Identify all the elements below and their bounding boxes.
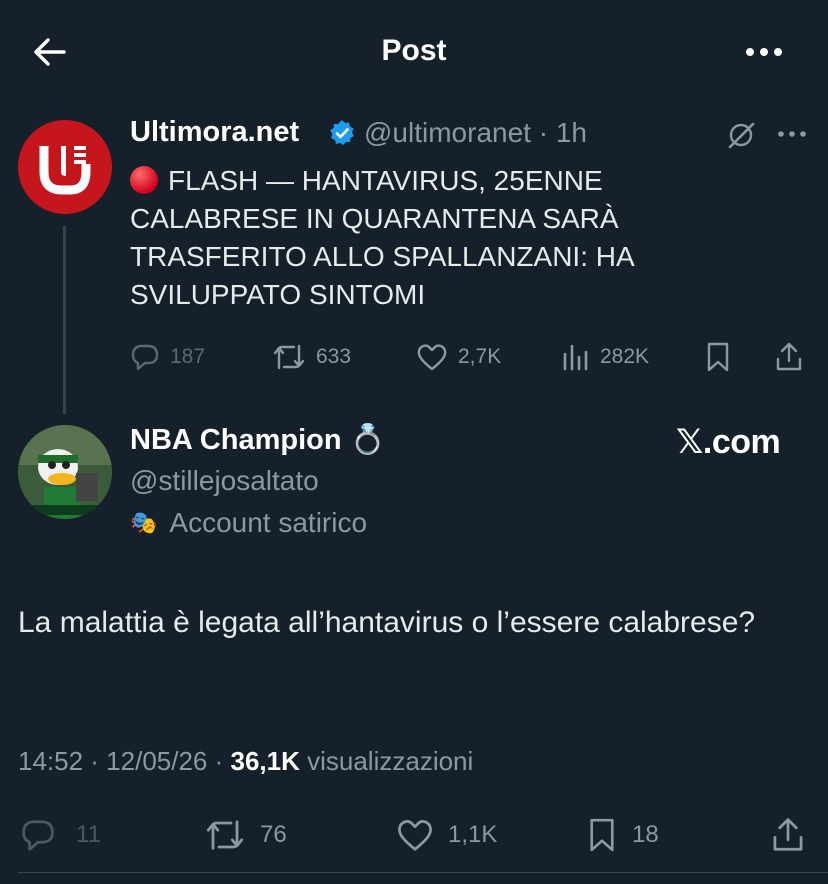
like-button[interactable]: 1,1K: [396, 815, 497, 855]
quoted-reply-button[interactable]: 187: [130, 341, 205, 373]
post-text: La malattia è legata all’hantavirus o l’…: [18, 606, 756, 639]
quoted-bookmark-button[interactable]: [704, 341, 732, 373]
repost-count: 76: [260, 821, 287, 848]
share-icon: [776, 342, 802, 371]
more-horizontal-icon: [746, 48, 782, 56]
share-button[interactable]: [770, 815, 806, 855]
more-options-button[interactable]: [742, 34, 786, 70]
like-count: 1,1K: [448, 821, 498, 848]
quoted-views-button[interactable]: 282K: [562, 341, 649, 373]
repost-icon: [273, 344, 305, 370]
author-handle[interactable]: @stillejosaltato: [130, 465, 319, 497]
satire-label-text: Account satirico: [169, 507, 368, 538]
ring-emoji-icon: 💍: [349, 424, 386, 456]
repost-button[interactable]: 76: [204, 815, 287, 855]
reply-icon: [22, 820, 54, 851]
post-timestamp: 14:52 · 12/05/26 ·: [18, 746, 231, 776]
quoted-author-name[interactable]: Ultimora.net: [130, 116, 299, 149]
quoted-like-button[interactable]: 2,7K: [416, 341, 501, 373]
avatar[interactable]: [18, 425, 112, 519]
duck-mascot-avatar-icon: [18, 425, 112, 519]
quoted-share-button[interactable]: [774, 341, 804, 373]
divider: [18, 872, 828, 873]
analytics-icon: [563, 344, 588, 371]
quoted-post-text: FLASH — HANTAVIRUS, 25ENNE CALABRESE IN …: [130, 162, 750, 314]
reply-count: 11: [76, 821, 101, 848]
theater-masks-icon: 🎭: [130, 510, 158, 535]
author-display-name: NBA Champion: [130, 424, 342, 456]
quoted-post-body: FLASH — HANTAVIRUS, 25ENNE CALABRESE IN …: [130, 165, 634, 310]
quoted-like-count: 2,7K: [458, 345, 502, 368]
reply-button[interactable]: 11: [20, 815, 101, 855]
verified-badge-icon: [328, 119, 356, 147]
author-name[interactable]: NBA Champion 💍: [130, 423, 386, 457]
heart-icon: [398, 820, 432, 851]
bookmark-button[interactable]: 18: [586, 815, 659, 855]
bookmark-icon: [707, 342, 729, 372]
bookmark-count: 18: [632, 821, 659, 848]
more-horizontal-icon: [778, 131, 806, 137]
quoted-more-button[interactable]: [776, 122, 808, 146]
page-title: Post: [381, 34, 447, 67]
quoted-views-count: 282K: [600, 345, 650, 368]
share-icon: [773, 818, 803, 851]
avatar[interactable]: [18, 120, 112, 214]
xcom-watermark: 𝕏.com: [676, 423, 781, 461]
quoted-repost-count: 633: [316, 345, 352, 368]
quoted-author-handle[interactable]: @ultimoranet · 1h: [364, 117, 587, 149]
repost-icon: [206, 820, 244, 850]
bookmark-icon: [590, 818, 614, 852]
ultimora-logo-icon: [18, 120, 112, 214]
satirical-account-label: 🎭 Account satirico: [130, 507, 367, 539]
quoted-reply-count: 187: [170, 345, 206, 368]
post-views-count: 36,1K: [230, 746, 300, 776]
post-views-label: visualizzazioni: [307, 746, 474, 776]
thread-line: [63, 226, 66, 414]
red-circle-emoji-icon: [130, 166, 158, 194]
quoted-repost-button[interactable]: 633: [272, 341, 351, 373]
reply-icon: [131, 344, 159, 371]
grok-icon[interactable]: [726, 120, 756, 150]
post-meta: 14:52 · 12/05/26 · 36,1K visualizzazioni: [18, 746, 473, 777]
heart-icon: [417, 344, 447, 371]
